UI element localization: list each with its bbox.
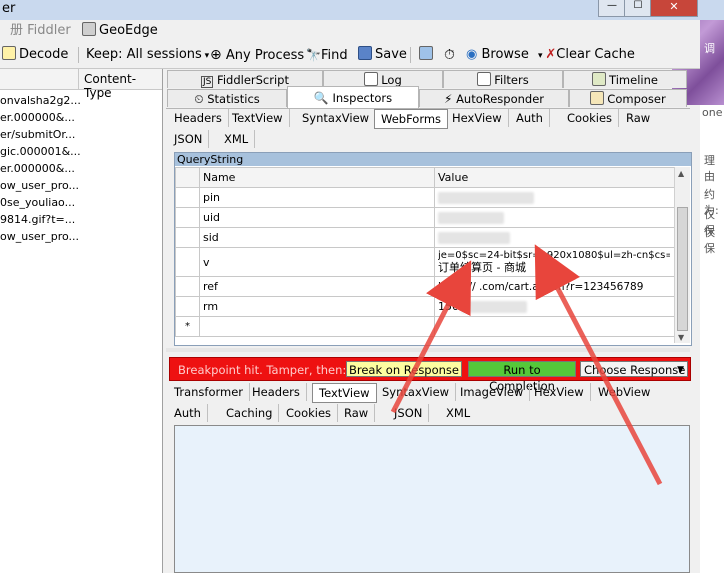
annotation-arrows: [390, 244, 663, 486]
annotation-arrow: [534, 244, 663, 486]
annotation-arrow: [390, 260, 472, 414]
